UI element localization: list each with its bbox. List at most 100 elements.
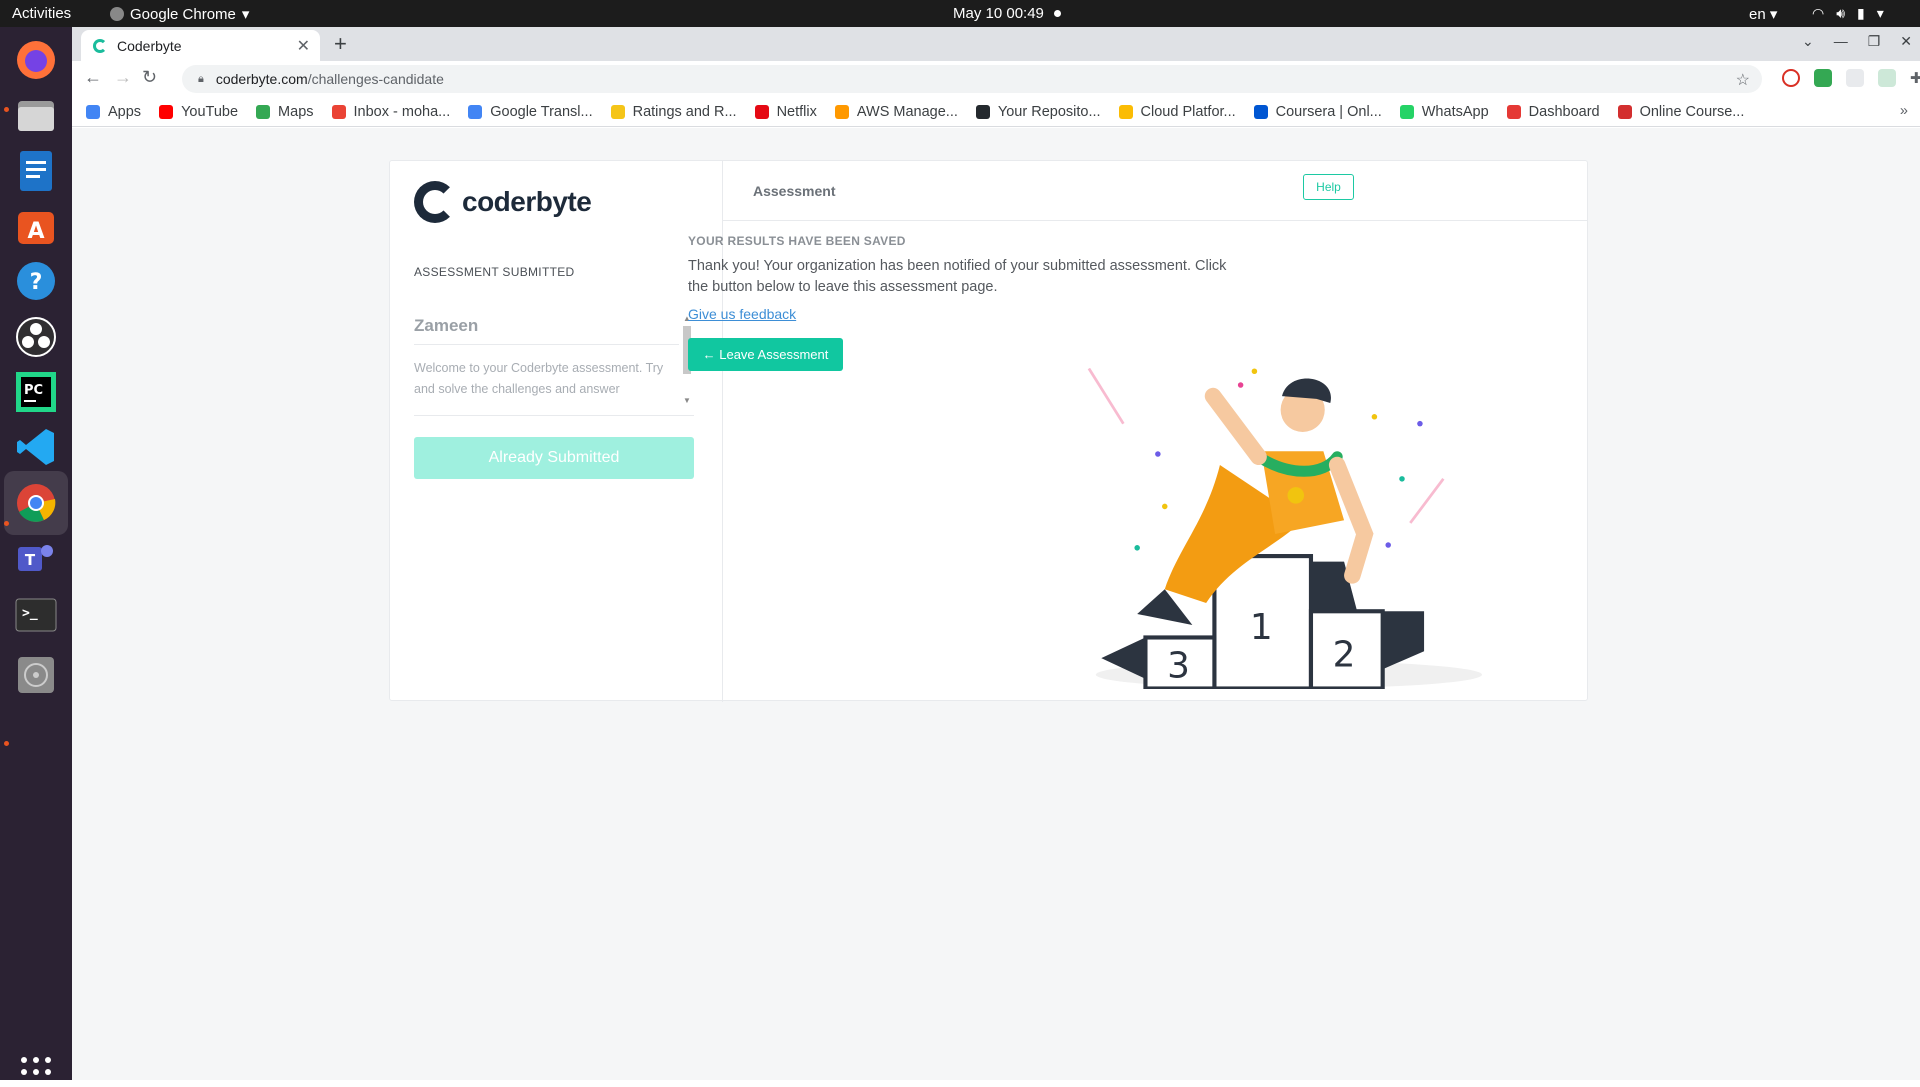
bookmark-favicon-icon	[1118, 104, 1133, 119]
bookmark-label: YouTube	[181, 103, 239, 120]
files-icon[interactable]	[12, 91, 60, 139]
bookmark-label: Google Transl...	[490, 103, 593, 120]
firefox-icon[interactable]	[12, 36, 60, 84]
input-language[interactable]: en ▾	[1749, 5, 1777, 23]
podium-second: 2	[1333, 634, 1356, 675]
chevron-down-icon: ▾	[241, 6, 250, 23]
address-bar[interactable]: 🔒︎ coderbyte.com/challenges-candidate ☆	[182, 65, 1762, 93]
bookmark-favicon-icon	[975, 104, 990, 119]
bookmark-label: Inbox - moha...	[353, 103, 451, 120]
bookmark-label: AWS Manage...	[856, 103, 958, 120]
thank-you-text: Thank you! Your organization has been no…	[688, 258, 1227, 295]
bookmark-star-icon[interactable]: ☆	[1736, 70, 1750, 90]
writer-icon[interactable]	[12, 147, 60, 195]
running-indicator	[4, 107, 9, 112]
back-icon[interactable]: ←	[84, 67, 102, 88]
window-controls: ⌄ — ❐ ✕	[1802, 33, 1912, 50]
bookmark-favicon-icon	[1617, 104, 1632, 119]
bookmark-item[interactable]: Netflix	[754, 103, 817, 120]
system-tray[interactable]: ◠ 🔊︎ ▮ ▾	[1812, 5, 1884, 22]
bookmark-item[interactable]: YouTube	[159, 104, 238, 120]
help-icon[interactable]: ?	[12, 257, 60, 305]
blank-extension-icon[interactable]	[1846, 69, 1864, 87]
bookmark-item[interactable]: Online Course...	[1617, 103, 1745, 120]
reload-icon[interactable]: ↻	[142, 67, 157, 88]
podium-first: 1	[1250, 607, 1273, 648]
wifi-icon: ◠	[1812, 5, 1825, 21]
lock-icon: 🔒︎	[198, 72, 204, 85]
grid-extension-icon[interactable]	[1878, 69, 1896, 87]
bookmark-item[interactable]: Coursera | Onl...	[1253, 104, 1382, 120]
new-tab-button[interactable]: +	[334, 31, 347, 57]
bookmark-label: Ratings and R...	[632, 103, 737, 120]
tab-title: Coderbyte	[117, 37, 182, 54]
software-center-icon[interactable]: A	[12, 202, 60, 250]
url-path: /challenges-candidate	[307, 71, 444, 87]
bookmarks-overflow-icon[interactable]: »	[1900, 103, 1908, 119]
pycharm-icon[interactable]: PC	[12, 368, 60, 416]
chrome-icon	[110, 7, 124, 21]
vscode-icon[interactable]	[12, 423, 60, 471]
bookmark-label: Online Course...	[1639, 103, 1745, 120]
page-content: coderbyte ASSESSMENT SUBMITTED Zameen We…	[72, 128, 1920, 1080]
bookmark-item[interactable]: Ratings and R...	[610, 103, 737, 120]
bookmark-item[interactable]: Cloud Platfor...	[1118, 103, 1236, 120]
running-indicator	[4, 521, 9, 526]
teams-icon[interactable]: T	[12, 535, 60, 583]
coderbyte-logo[interactable]: coderbyte	[414, 181, 592, 223]
bookmark-item[interactable]: Dashboard	[1506, 103, 1600, 120]
bookmark-favicon-icon	[754, 104, 769, 119]
bookmark-favicon-icon	[159, 104, 174, 119]
bookmark-item[interactable]: Maps	[256, 103, 314, 120]
bookmark-item[interactable]: Inbox - moha...	[331, 103, 451, 120]
terminal-icon[interactable]: >_	[12, 591, 60, 639]
chrome-icon[interactable]	[4, 471, 68, 535]
show-apps-icon[interactable]	[21, 1057, 51, 1087]
assessment-status: ASSESSMENT SUBMITTED	[414, 265, 575, 279]
leave-assessment-button[interactable]: ← Leave Assessment	[688, 338, 843, 371]
bookmark-favicon-icon	[610, 104, 625, 119]
activities-button[interactable]: Activities	[12, 5, 71, 22]
input-language-label: en	[1749, 6, 1766, 23]
bookmark-label: Netflix	[776, 103, 817, 120]
bookmark-item[interactable]: AWS Manage...	[834, 103, 958, 120]
scroll-down-icon[interactable]: ▼	[683, 396, 691, 405]
forward-icon[interactable]: →	[114, 67, 132, 88]
bookmark-favicon-icon	[331, 104, 346, 119]
bookmarks-bar: Apps YouTube Maps Inbox - moha... Google Tra…	[72, 97, 1920, 127]
clock[interactable]: May 10 00:49	[953, 5, 1044, 22]
bookmark-label: Cloud Platfor...	[1140, 103, 1236, 120]
bookmark-item[interactable]: WhatsApp	[1399, 104, 1489, 120]
shield-extension-icon[interactable]	[1782, 69, 1800, 87]
puzzle-extensions-icon[interactable]: ✚	[1910, 69, 1920, 87]
left-panel: coderbyte ASSESSMENT SUBMITTED Zameen We…	[390, 161, 723, 702]
green-extension-icon[interactable]	[1814, 69, 1832, 87]
close-tab-icon[interactable]: ✕	[297, 36, 310, 56]
restore-icon[interactable]: ❐	[1868, 33, 1881, 50]
help-button[interactable]: Help	[1303, 174, 1354, 200]
app-menu[interactable]: Google Chrome ▾	[110, 5, 249, 23]
bookmark-item[interactable]: Apps	[86, 104, 141, 120]
obs-icon[interactable]	[12, 313, 60, 361]
tab-coderbyte[interactable]: Coderbyte ✕	[81, 30, 320, 61]
already-submitted-button[interactable]: Already Submitted	[414, 437, 694, 479]
page-title: Assessment	[753, 183, 836, 199]
bookmark-item[interactable]: Google Transl...	[468, 103, 593, 120]
svg-text:>_: >_	[22, 606, 38, 621]
bookmark-favicon-icon	[256, 104, 271, 119]
tab-search-icon[interactable]: ⌄	[1802, 33, 1814, 50]
disc-icon[interactable]	[12, 651, 60, 699]
close-window-icon[interactable]: ✕	[1900, 33, 1912, 50]
volume-icon: 🔊︎	[1836, 5, 1846, 21]
results-saved-heading: YOUR RESULTS HAVE BEEN SAVED	[688, 234, 906, 248]
browser-toolbar: ← → ↻ 🔒︎ coderbyte.com/challenges-candid…	[72, 61, 1920, 97]
bookmark-item[interactable]: Your Reposito...	[975, 104, 1101, 120]
main-header: Assessment	[723, 161, 1587, 221]
bookmark-label: Maps	[278, 103, 314, 120]
feedback-link[interactable]: Give us feedback	[688, 306, 796, 322]
candidate-info: Zameen Welcome to your Coderbyte assessm…	[414, 314, 694, 416]
bookmark-label: Apps	[108, 103, 142, 120]
minimize-icon[interactable]: —	[1834, 33, 1848, 50]
podium-illustration: 1 2 3	[1087, 368, 1482, 689]
bookmark-label: Dashboard	[1528, 103, 1600, 120]
